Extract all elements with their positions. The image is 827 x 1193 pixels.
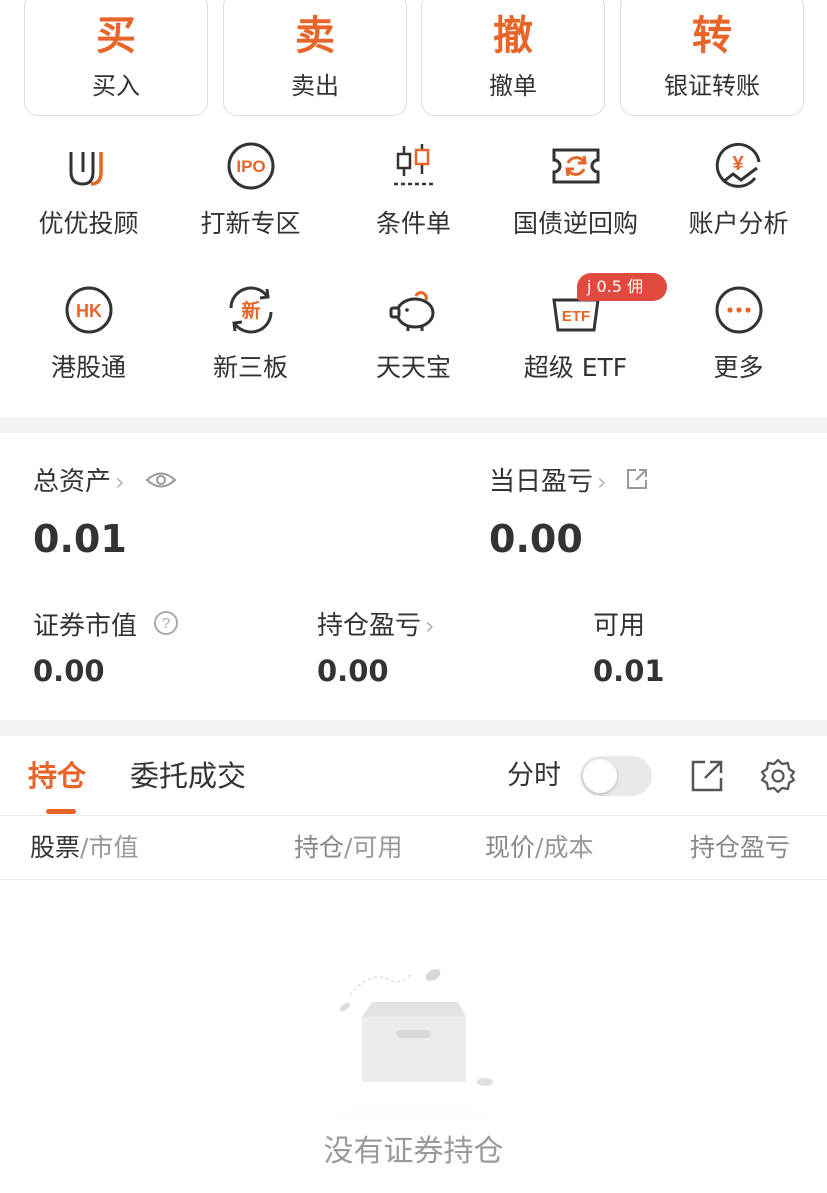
svg-text:IPO: IPO bbox=[236, 157, 265, 176]
column-available: 可用 bbox=[352, 833, 403, 862]
market-value-label: 证券市值 bbox=[33, 611, 138, 642]
sell-char: 卖 bbox=[295, 13, 335, 59]
position-pl-value: 0.00 bbox=[317, 654, 389, 688]
feature-label: 优优投顾 bbox=[38, 209, 139, 238]
svg-text:?: ? bbox=[162, 615, 170, 632]
chevron-right-icon: › bbox=[597, 468, 607, 496]
feature-hk-connect[interactable]: HK 港股通 bbox=[6, 282, 171, 412]
feature-label: 账户分析 bbox=[688, 209, 789, 238]
svg-text:ETF: ETF bbox=[561, 308, 589, 325]
feature-label: 条件单 bbox=[375, 209, 451, 238]
commission-badge: j 0.5 佣 bbox=[577, 273, 667, 301]
transfer-char: 转 bbox=[692, 13, 732, 59]
svg-text:¥: ¥ bbox=[732, 153, 744, 175]
feature-new-third-board[interactable]: 新 新三板 bbox=[168, 282, 333, 412]
available-value: 0.01 bbox=[593, 654, 665, 688]
svg-text:新: 新 bbox=[241, 299, 260, 322]
share-icon[interactable] bbox=[625, 467, 649, 499]
total-assets-label: 总资产 bbox=[33, 467, 112, 497]
trade-actions: 买 买入 卖 卖出 撤 撤单 转 银证转账 bbox=[0, 0, 827, 118]
buy-button[interactable]: 买 买入 bbox=[24, 0, 208, 116]
new-board-icon: 新 bbox=[223, 282, 279, 338]
active-tab-indicator bbox=[46, 809, 76, 814]
chevron-right-icon: › bbox=[115, 468, 125, 496]
daily-pl-value: 0.00 bbox=[489, 517, 583, 561]
column-price-cost: 现价/成本 bbox=[485, 832, 593, 864]
feature-super-etf[interactable]: ETF 超级 ETF bbox=[493, 282, 658, 412]
advisor-icon bbox=[61, 138, 117, 194]
section-divider bbox=[0, 417, 827, 433]
ticket-refresh-icon bbox=[548, 138, 604, 194]
feature-label: 打新专区 bbox=[200, 209, 301, 238]
feature-tiantianbao[interactable]: 天天宝 bbox=[331, 282, 496, 412]
buy-char: 买 bbox=[96, 13, 136, 59]
column-position-pl-label: 持仓盈亏 bbox=[690, 833, 791, 862]
column-stock-value: 股票/市值 bbox=[30, 832, 138, 864]
daily-pl-label: 当日盈亏 bbox=[489, 467, 594, 497]
cancel-order-button[interactable]: 撤 撤单 bbox=[421, 0, 605, 116]
available-label: 可用 bbox=[593, 611, 646, 641]
help-icon[interactable]: ? bbox=[153, 610, 179, 644]
trade-page: 买 买入 卖 卖出 撤 撤单 转 银证转账 优优投顾 IPO 打新专区 条件单 bbox=[0, 0, 827, 1193]
empty-box-illustration bbox=[270, 955, 560, 1170]
divider bbox=[0, 815, 827, 816]
feature-reverse-repo[interactable]: 国债逆回购 bbox=[493, 138, 658, 268]
market-value-row: 证券市值 ? bbox=[33, 610, 179, 644]
gear-icon[interactable] bbox=[760, 758, 796, 794]
sell-button[interactable]: 卖 卖出 bbox=[223, 0, 407, 116]
toggle-knob bbox=[583, 759, 617, 793]
feature-ipo[interactable]: IPO 打新专区 bbox=[168, 138, 333, 268]
feature-label: 国债逆回购 bbox=[512, 209, 638, 238]
feature-label: 天天宝 bbox=[375, 353, 451, 382]
feature-more[interactable]: 更多 bbox=[656, 282, 821, 412]
cancel-char: 撤 bbox=[493, 13, 533, 59]
svg-text:HK: HK bbox=[76, 301, 102, 321]
divider bbox=[0, 879, 827, 880]
feature-label: 港股通 bbox=[50, 353, 126, 382]
hk-icon: HK bbox=[61, 282, 117, 338]
buy-label: 买入 bbox=[92, 72, 140, 100]
transfer-label: 银证转账 bbox=[664, 72, 760, 100]
feature-label: 更多 bbox=[713, 353, 764, 382]
feature-account-analysis[interactable]: ¥ 账户分析 bbox=[656, 138, 821, 268]
eye-icon[interactable] bbox=[145, 467, 177, 499]
feature-label: 新三板 bbox=[212, 353, 288, 382]
feature-advisor[interactable]: 优优投顾 bbox=[6, 138, 171, 268]
column-price: 现价 bbox=[485, 833, 536, 862]
feature-label: 超级 ETF bbox=[523, 353, 628, 382]
tab-orders[interactable]: 委托成交 bbox=[130, 756, 246, 796]
feature-conditional-order[interactable]: 条件单 bbox=[331, 138, 496, 268]
daily-pl-row[interactable]: 当日盈亏 › bbox=[489, 466, 649, 499]
column-position-pl: 持仓盈亏 bbox=[690, 832, 794, 864]
section-divider bbox=[0, 720, 827, 736]
position-pl-label: 持仓盈亏 bbox=[317, 611, 422, 641]
tab-holdings[interactable]: 持仓 bbox=[28, 756, 86, 796]
intraday-toggle[interactable] bbox=[580, 756, 652, 796]
piggy-bank-icon bbox=[386, 282, 442, 338]
position-pl-row[interactable]: 持仓盈亏 › bbox=[317, 610, 435, 642]
market-value: 0.00 bbox=[33, 654, 105, 688]
empty-state-message: 没有证券持仓 bbox=[323, 1134, 504, 1169]
intraday-toggle-label: 分时 bbox=[507, 760, 561, 791]
column-stock: 股票 bbox=[30, 833, 81, 862]
candlestick-icon bbox=[386, 138, 442, 194]
column-position: 持仓 bbox=[294, 833, 345, 862]
total-assets-value: 0.01 bbox=[33, 517, 127, 561]
cancel-label: 撤单 bbox=[489, 72, 537, 100]
column-cost: 成本 bbox=[543, 833, 594, 862]
chevron-right-icon: › bbox=[425, 612, 435, 640]
yen-chart-icon: ¥ bbox=[711, 138, 767, 194]
column-position-available: 持仓/可用 bbox=[294, 832, 402, 864]
ipo-icon: IPO bbox=[223, 138, 279, 194]
total-assets-row[interactable]: 总资产 › bbox=[33, 466, 177, 499]
bank-transfer-button[interactable]: 转 银证转账 bbox=[620, 0, 804, 116]
column-market-value: 市值 bbox=[88, 833, 139, 862]
sell-label: 卖出 bbox=[291, 72, 339, 100]
share-icon[interactable] bbox=[689, 758, 725, 794]
more-icon bbox=[711, 282, 767, 338]
